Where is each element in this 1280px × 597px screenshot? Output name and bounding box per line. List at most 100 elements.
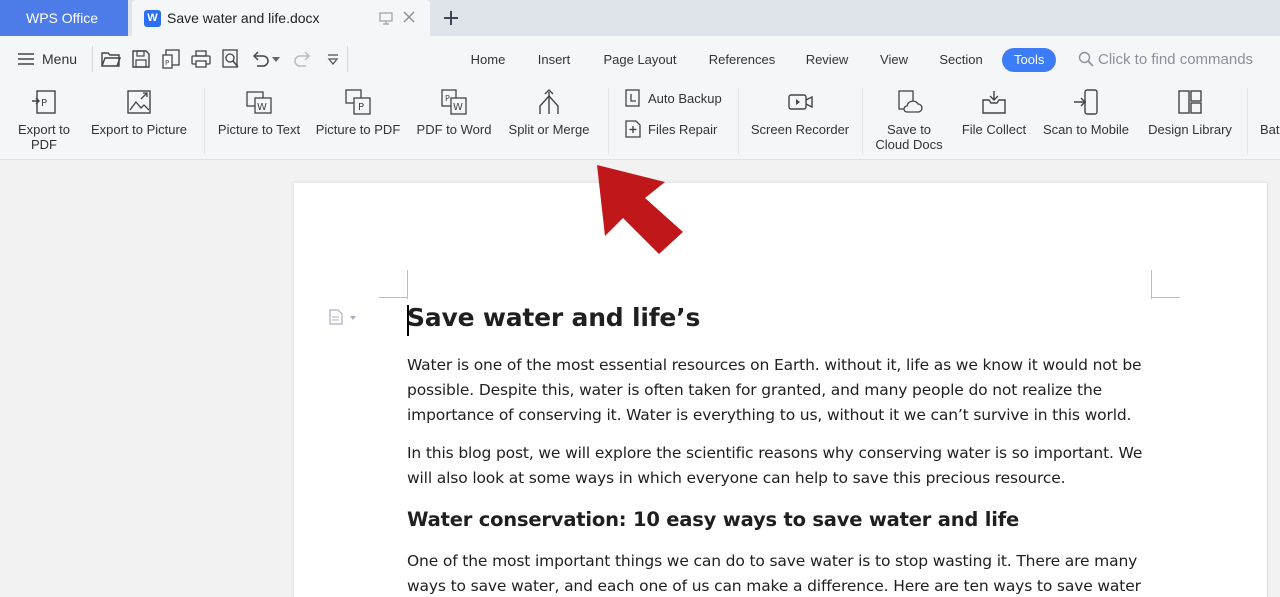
export-to-picture-label: Export to Picture [90,122,188,137]
export-to-pdf-button[interactable]: P Export to PDF [8,82,80,160]
print-icon[interactable] [190,48,212,70]
new-tab-plus-icon[interactable] [441,8,461,28]
red-annotation-arrow [597,165,683,254]
design-library-icon [1178,90,1202,114]
tab-tools[interactable]: Tools [1002,48,1057,72]
document-tab[interactable]: W Save water and life.docx [132,0,430,36]
export-to-picture-button[interactable]: Export to Picture [84,82,194,160]
auto-backup-button[interactable]: Auto Backup [624,87,722,109]
close-icon[interactable] [402,10,416,24]
tab-review[interactable]: Review [801,48,853,72]
tab-insert[interactable]: Insert [531,48,577,72]
files-repair-icon [625,120,641,138]
svg-text:W: W [257,102,267,113]
monitor-icon[interactable] [379,11,393,25]
file-collect-icon [982,91,1006,114]
batch-button-partial[interactable]: Bat [1256,82,1280,160]
save-to-cloud-docs-label: Save to Cloud Docs [875,122,943,152]
export-pdf-quick-icon[interactable]: P [160,48,182,70]
save-to-cloud-docs-button[interactable]: Save to Cloud Docs [868,82,950,160]
tab-references[interactable]: References [703,48,781,72]
cloud-docs-icon [898,90,923,113]
separator [204,88,205,154]
title-bar: WPS Office W Save water and life.docx [0,0,1280,36]
split-or-merge-label: Split or Merge [508,122,590,137]
export-pdf-icon: P [32,90,56,114]
scan-to-mobile-label: Scan to Mobile [1043,122,1129,137]
separator [1247,88,1248,154]
files-repair-button[interactable]: Files Repair [624,118,717,140]
paragraph-layout-icon[interactable] [328,309,358,325]
wps-office-tab[interactable]: WPS Office [0,0,128,36]
separator [92,46,93,72]
auto-backup-label: Auto Backup [648,90,722,106]
find-commands-search[interactable]: Click to find commands [1078,48,1253,70]
files-repair-label: Files Repair [648,121,718,137]
auto-backup-icon [625,89,640,107]
tab-section[interactable]: Section [933,48,989,72]
separator [608,88,609,154]
margin-corner [407,270,408,299]
svg-text:W: W [453,102,463,113]
document-page[interactable]: Save water and life’s Water is one of th… [294,183,1267,597]
svg-text:P: P [41,98,47,109]
tools-ribbon: P Export to PDF Export to Picture W Pictu… [0,82,1280,160]
picture-to-pdf-button[interactable]: P Picture to PDF [312,82,404,160]
batch-label: Bat [1260,122,1280,137]
hamburger-icon [18,53,34,65]
tab-view[interactable]: View [873,48,915,72]
redo-icon[interactable] [292,48,314,70]
screen-recorder-button[interactable]: Screen Recorder [746,82,854,160]
text-cursor [407,305,409,336]
separator [738,88,739,154]
menu-label: Menu [42,51,78,67]
menu-bar: Menu P Home Insert Page Layout Reference… [0,36,1280,82]
picture-to-pdf-icon: P [345,89,371,115]
export-to-pdf-label: Export to PDF [17,122,71,152]
find-commands-placeholder: Click to find commands [1098,50,1254,68]
print-preview-icon[interactable] [220,48,242,70]
file-collect-button[interactable]: File Collect [956,82,1032,160]
document-tab-title: Save water and life.docx [167,10,320,26]
svg-text:P: P [445,94,450,103]
pdf-to-word-label: PDF to Word [416,122,492,137]
margin-corner [379,297,408,298]
pdf-to-word-icon: PW [441,89,467,115]
scan-to-mobile-button[interactable]: Scan to Mobile [1036,82,1136,160]
margin-corner [1151,270,1152,299]
separator [347,46,348,72]
picture-to-text-button[interactable]: W Picture to Text [212,82,306,160]
screen-recorder-icon [788,94,813,110]
design-library-button[interactable]: Design Library [1142,82,1238,160]
tab-page-layout[interactable]: Page Layout [597,48,683,72]
document-heading[interactable]: Save water and life’s [407,301,1152,335]
split-or-merge-button[interactable]: Split or Merge [502,82,596,160]
open-folder-icon[interactable] [100,48,122,70]
screen-recorder-label: Screen Recorder [750,122,850,137]
picture-to-text-label: Picture to Text [217,122,301,137]
document-paragraph[interactable]: One of the most important things we can … [407,549,1152,597]
export-picture-icon [127,90,151,114]
picture-to-pdf-label: Picture to PDF [315,122,401,137]
design-library-label: Design Library [1148,122,1232,137]
pdf-to-word-button[interactable]: PW PDF to Word [410,82,498,160]
svg-text:P: P [358,102,364,113]
menu-button[interactable]: Menu [18,47,77,71]
document-paragraph[interactable]: In this blog post, we will explore the s… [407,441,1152,491]
file-collect-label: File Collect [961,122,1027,137]
undo-icon[interactable] [249,48,271,70]
document-subheading[interactable]: Water conservation: 10 easy ways to save… [407,505,1152,535]
tab-home[interactable]: Home [463,48,513,72]
writer-doc-icon: W [144,10,161,27]
scan-to-mobile-icon [1074,89,1098,115]
customize-quick-access-icon[interactable] [322,48,344,70]
undo-dropdown-icon[interactable] [269,48,283,70]
separator [862,88,863,154]
document-paragraph[interactable]: Water is one of the most essential resou… [407,353,1152,428]
search-icon [1078,51,1094,67]
margin-corner [1151,297,1180,298]
save-icon[interactable] [130,48,152,70]
picture-to-text-icon: W [246,91,272,114]
svg-text:P: P [165,59,169,67]
split-merge-icon [539,89,559,114]
